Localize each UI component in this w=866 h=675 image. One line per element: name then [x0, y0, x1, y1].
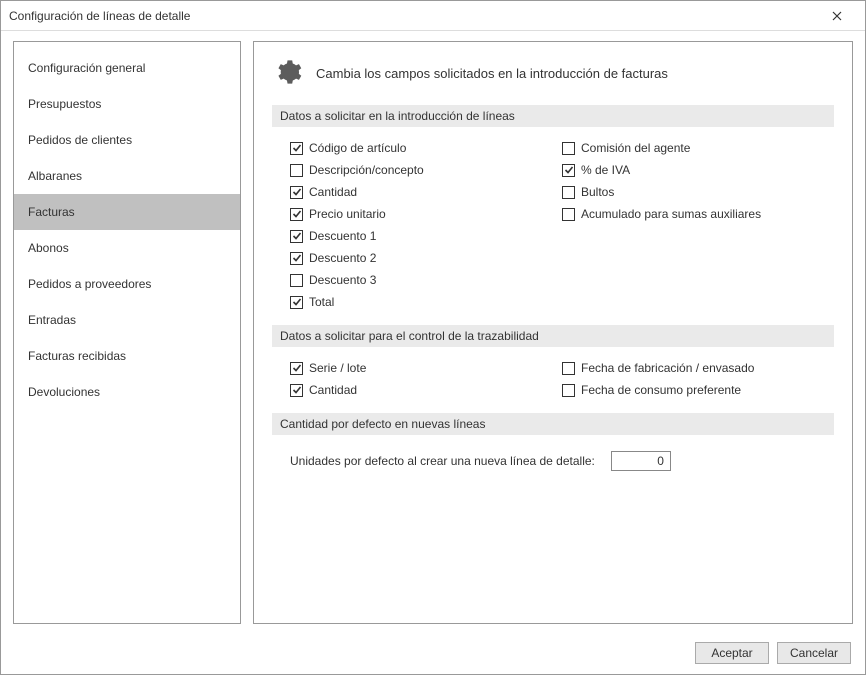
sidebar-item-4[interactable]: Facturas — [14, 194, 240, 230]
accept-button[interactable]: Aceptar — [695, 642, 769, 664]
main-panel: Cambia los campos solicitados en la intr… — [253, 41, 853, 624]
close-icon — [832, 11, 842, 21]
s1-left-row-7: Total — [290, 293, 562, 311]
s1-left-label-5: Descuento 2 — [309, 251, 376, 265]
s1-left-label-1: Descripción/concepto — [309, 163, 424, 177]
default-quantity-input[interactable] — [611, 451, 671, 471]
s1-left-row-1: Descripción/concepto — [290, 161, 562, 179]
check-icon — [292, 143, 302, 153]
s2-left-label-1: Cantidad — [309, 383, 357, 397]
section1-fields: Código de artículo Descripción/concepto Ca… — [272, 135, 834, 325]
s1-right-row-2: Bultos — [562, 183, 834, 201]
sidebar-item-label: Entradas — [28, 313, 76, 327]
check-icon — [292, 297, 302, 307]
sidebar-item-8[interactable]: Facturas recibidas — [14, 338, 240, 374]
cancel-button[interactable]: Cancelar — [777, 642, 851, 664]
s1-right-checkbox-2[interactable] — [562, 186, 575, 199]
s1-right-row-0: Comisión del agente — [562, 139, 834, 157]
section2-fields: Serie / lote Cantidad Fecha de fabricació… — [272, 355, 834, 413]
sidebar-item-9[interactable]: Devoluciones — [14, 374, 240, 410]
sidebar-item-label: Facturas — [28, 205, 75, 219]
sidebar-nav: Configuración general Presupuestos Pedidos… — [13, 41, 241, 624]
content-area: Configuración general Presupuestos Pedidos… — [1, 31, 865, 632]
section3-header: Cantidad por defecto en nuevas líneas — [272, 413, 834, 435]
button-bar: Aceptar Cancelar — [1, 632, 865, 674]
s1-left-checkbox-4[interactable] — [290, 230, 303, 243]
s1-right-label-0: Comisión del agente — [581, 141, 690, 155]
s2-left-checkbox-0[interactable] — [290, 362, 303, 375]
sidebar-item-2[interactable]: Pedidos de clientes — [14, 122, 240, 158]
s1-left-label-7: Total — [309, 295, 334, 309]
s2-left-checkbox-1[interactable] — [290, 384, 303, 397]
sidebar-item-label: Presupuestos — [28, 97, 101, 111]
s1-right-checkbox-3[interactable] — [562, 208, 575, 221]
heading-row: Cambia los campos solicitados en la intr… — [272, 54, 834, 105]
s1-left-row-5: Descuento 2 — [290, 249, 562, 267]
dialog-window: Configuración de líneas de detalle Confi… — [0, 0, 866, 675]
sidebar-item-1[interactable]: Presupuestos — [14, 86, 240, 122]
s1-left-row-2: Cantidad — [290, 183, 562, 201]
sidebar-item-label: Configuración general — [28, 61, 145, 75]
s1-left-checkbox-6[interactable] — [290, 274, 303, 287]
page-heading: Cambia los campos solicitados en la intr… — [316, 66, 668, 81]
s1-right-checkbox-1[interactable] — [562, 164, 575, 177]
s2-left-label-0: Serie / lote — [309, 361, 366, 375]
s1-left-checkbox-2[interactable] — [290, 186, 303, 199]
check-icon — [292, 363, 302, 373]
s1-right-row-3: Acumulado para sumas auxiliares — [562, 205, 834, 223]
sidebar-item-label: Pedidos a proveedores — [28, 277, 151, 291]
s1-right-label-2: Bultos — [581, 185, 614, 199]
s2-left-row-0: Serie / lote — [290, 359, 562, 377]
sidebar-item-label: Albaranes — [28, 169, 82, 183]
s1-left-checkbox-3[interactable] — [290, 208, 303, 221]
check-icon — [292, 385, 302, 395]
s1-left-row-0: Código de artículo — [290, 139, 562, 157]
s2-left-row-1: Cantidad — [290, 381, 562, 399]
s2-right-checkbox-0[interactable] — [562, 362, 575, 375]
check-icon — [292, 187, 302, 197]
section1-header: Datos a solicitar en la introducción de … — [272, 105, 834, 127]
sidebar-item-label: Devoluciones — [28, 385, 100, 399]
s1-right-label-1: % de IVA — [581, 163, 630, 177]
s1-left-checkbox-7[interactable] — [290, 296, 303, 309]
sidebar-item-label: Pedidos de clientes — [28, 133, 132, 147]
section2-header: Datos a solicitar para el control de la … — [272, 325, 834, 347]
sidebar-item-3[interactable]: Albaranes — [14, 158, 240, 194]
check-icon — [292, 231, 302, 241]
s1-left-row-3: Precio unitario — [290, 205, 562, 223]
s1-left-checkbox-5[interactable] — [290, 252, 303, 265]
s1-left-checkbox-1[interactable] — [290, 164, 303, 177]
sidebar-item-6[interactable]: Pedidos a proveedores — [14, 266, 240, 302]
s1-right-checkbox-0[interactable] — [562, 142, 575, 155]
sidebar-item-7[interactable]: Entradas — [14, 302, 240, 338]
s1-left-label-2: Cantidad — [309, 185, 357, 199]
s1-right-row-1: % de IVA — [562, 161, 834, 179]
check-icon — [564, 165, 574, 175]
check-icon — [292, 253, 302, 263]
s1-left-label-6: Descuento 3 — [309, 273, 376, 287]
s2-right-checkbox-1[interactable] — [562, 384, 575, 397]
s1-left-row-6: Descuento 3 — [290, 271, 562, 289]
sidebar-item-5[interactable]: Abonos — [14, 230, 240, 266]
s1-left-label-3: Precio unitario — [309, 207, 386, 221]
s1-left-label-0: Código de artículo — [309, 141, 406, 155]
sidebar-item-0[interactable]: Configuración general — [14, 50, 240, 86]
gear-icon — [274, 58, 302, 89]
titlebar: Configuración de líneas de detalle — [1, 1, 865, 31]
default-quantity-row: Unidades por defecto al crear una nueva … — [272, 443, 834, 471]
check-icon — [292, 209, 302, 219]
close-button[interactable] — [817, 2, 857, 30]
s1-left-row-4: Descuento 1 — [290, 227, 562, 245]
s1-right-label-3: Acumulado para sumas auxiliares — [581, 207, 761, 221]
s2-right-row-0: Fecha de fabricación / envasado — [562, 359, 834, 377]
s2-right-row-1: Fecha de consumo preferente — [562, 381, 834, 399]
default-quantity-label: Unidades por defecto al crear una nueva … — [290, 454, 595, 468]
s2-right-label-1: Fecha de consumo preferente — [581, 383, 741, 397]
sidebar-item-label: Abonos — [28, 241, 69, 255]
s1-left-checkbox-0[interactable] — [290, 142, 303, 155]
sidebar-item-label: Facturas recibidas — [28, 349, 126, 363]
s2-right-label-0: Fecha de fabricación / envasado — [581, 361, 754, 375]
s1-left-label-4: Descuento 1 — [309, 229, 376, 243]
window-title: Configuración de líneas de detalle — [9, 9, 817, 23]
